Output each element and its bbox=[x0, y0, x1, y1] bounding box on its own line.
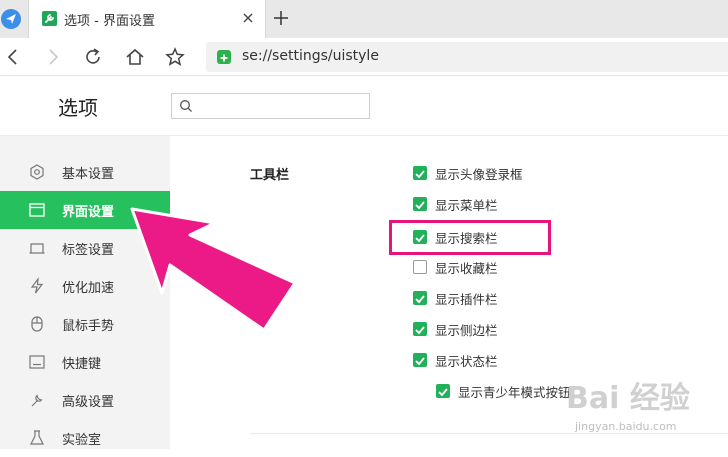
bolt-icon bbox=[30, 277, 44, 294]
option-label: 显示插件栏 bbox=[435, 292, 498, 307]
option-label: 显示状态栏 bbox=[435, 354, 498, 369]
sidebar-item-advanced[interactable]: 高级设置 bbox=[0, 381, 170, 419]
checkbox-checked[interactable] bbox=[413, 197, 427, 211]
sidebar-item-label: 快捷键 bbox=[62, 357, 102, 372]
url-text: se://settings/uistyle bbox=[242, 48, 379, 64]
forward-button[interactable] bbox=[42, 46, 64, 68]
annotation-highlight-box bbox=[389, 220, 551, 255]
home-button[interactable] bbox=[124, 46, 146, 68]
option-label: 显示青少年模式按钮 bbox=[458, 385, 571, 400]
checkbox-checked[interactable] bbox=[436, 384, 450, 398]
sidebar-item-label: 基本设置 bbox=[62, 167, 115, 182]
section-label-toolbar: 工具栏 bbox=[250, 168, 290, 183]
new-tab-button[interactable] bbox=[270, 7, 292, 29]
back-button[interactable] bbox=[2, 46, 24, 68]
checkbox-unchecked[interactable] bbox=[413, 260, 427, 274]
sidebar-item-label: 优化加速 bbox=[62, 281, 115, 296]
wrench-icon bbox=[31, 394, 43, 407]
tab-title: 选项 - 界面设置 bbox=[64, 14, 155, 29]
secure-shield-icon bbox=[217, 50, 231, 64]
search-icon bbox=[180, 100, 192, 112]
checkbox-checked[interactable] bbox=[413, 291, 427, 305]
favorite-star-button[interactable] bbox=[164, 46, 186, 68]
option-label: 显示侧边栏 bbox=[435, 323, 498, 338]
close-icon[interactable] bbox=[237, 7, 259, 29]
watermark-brand: Bai 经验 bbox=[566, 381, 690, 416]
search-input[interactable] bbox=[198, 96, 364, 116]
sidebar-item-label: 鼠标手势 bbox=[62, 319, 115, 334]
sidebar-item-label: 界面设置 bbox=[62, 205, 115, 220]
keyboard-icon bbox=[29, 355, 45, 369]
nav-bar: se://settings/uistyle bbox=[0, 38, 728, 76]
option-label: 显示头像登录框 bbox=[435, 167, 523, 182]
annotation-arrow-icon bbox=[130, 207, 297, 332]
sidebar-item-lab[interactable]: 实验室 bbox=[0, 419, 170, 457]
tab-settings[interactable]: 选项 - 界面设置 bbox=[28, 0, 266, 38]
option-label: 显示收藏栏 bbox=[435, 261, 498, 276]
checkbox-checked[interactable] bbox=[413, 353, 427, 367]
layout-icon bbox=[29, 203, 45, 217]
tab-icon bbox=[29, 243, 45, 254]
sidebar-item-basic[interactable]: 基本设置 bbox=[0, 153, 170, 191]
sidebar-item-label: 标签设置 bbox=[62, 243, 115, 258]
settings-search-box[interactable] bbox=[171, 93, 370, 119]
sidebar-item-label: 实验室 bbox=[62, 433, 102, 448]
option-label: 显示菜单栏 bbox=[435, 198, 498, 213]
checkbox-checked[interactable] bbox=[413, 166, 427, 180]
reload-button[interactable] bbox=[82, 46, 104, 68]
mouse-icon bbox=[31, 316, 43, 332]
sidebar-item-label: 高级设置 bbox=[62, 395, 115, 410]
flask-icon bbox=[30, 430, 44, 445]
browser-logo-icon[interactable] bbox=[0, 5, 26, 33]
address-bar[interactable]: se://settings/uistyle bbox=[206, 42, 728, 72]
settings-icon bbox=[30, 164, 44, 180]
wrench-favicon-icon bbox=[42, 11, 57, 26]
sidebar-item-shortcuts[interactable]: 快捷键 bbox=[0, 343, 170, 381]
checkbox-checked[interactable] bbox=[413, 322, 427, 336]
tab-strip: 选项 - 界面设置 bbox=[0, 0, 728, 38]
page-title: 选项 bbox=[58, 96, 98, 120]
watermark-url: jingyan.baidu.com bbox=[575, 420, 677, 433]
